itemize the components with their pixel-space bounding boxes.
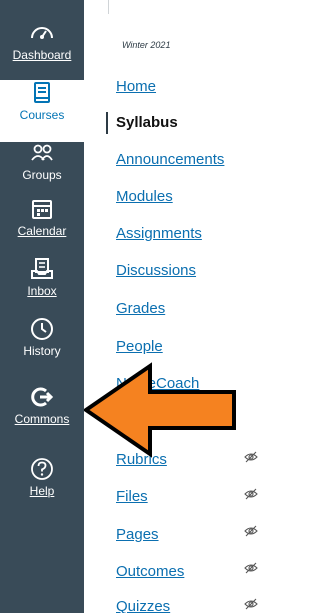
eye-slash-icon [244,451,258,463]
course-nav-discussions[interactable]: Discussions [116,262,196,280]
history-icon [31,318,53,340]
nav-commons[interactable]: Commons [0,384,84,446]
nav-courses-label: Courses [19,108,65,122]
course-nav-outcomes[interactable]: Outcomes [116,563,184,581]
course-nav-announcements[interactable]: Announcements [116,151,224,169]
top-divider [108,0,109,14]
commons-icon [31,387,54,407]
course-nav-people[interactable]: People [116,338,163,356]
inbox-icon [31,258,53,279]
eye-slash-icon [244,562,258,574]
nav-courses[interactable]: Courses [0,80,84,142]
course-nav-assignments[interactable]: Assignments [116,225,202,243]
arrow-shape [84,362,236,458]
dashboard-icon [31,27,53,39]
course-nav-files[interactable]: Files [116,488,148,506]
nav-calendar-label: Calendar [17,224,67,238]
course-nav-grades[interactable]: Grades [116,300,165,318]
nav-groups[interactable]: Groups [0,140,84,202]
nav-history-label: History [23,344,61,358]
nav-inbox[interactable]: Inbox [0,256,84,318]
course-nav-pages[interactable]: Pages [116,526,159,544]
nav-calendar[interactable]: Calendar [0,196,84,258]
course-nav-home[interactable]: Home [116,78,156,96]
eye-slash-icon [244,488,258,500]
global-nav: Dashboard Courses Groups Calendar Inbox … [0,0,84,613]
nav-help-label: Help [29,484,55,498]
nav-dashboard-label: Dashboard [12,48,72,62]
nav-history[interactable]: History [0,316,84,378]
help-icon [31,458,53,480]
course-nav: Home Syllabus Announcements Modules Assi… [106,0,288,613]
groups-icon [31,144,53,161]
courses-icon [34,82,50,103]
calendar-icon [32,200,52,219]
annotation-arrow [84,362,236,458]
eye-slash-icon [244,598,258,610]
nav-commons-label: Commons [14,412,70,426]
nav-dashboard[interactable]: Dashboard [0,20,84,82]
course-nav-quizzes[interactable]: Quizzes [116,598,170,613]
nav-groups-label: Groups [22,168,62,182]
course-nav-syllabus[interactable]: Syllabus [106,112,178,134]
course-nav-modules[interactable]: Modules [116,188,173,206]
eye-slash-icon [244,525,258,537]
nav-inbox-label: Inbox [27,284,57,298]
nav-help[interactable]: Help [0,456,84,518]
